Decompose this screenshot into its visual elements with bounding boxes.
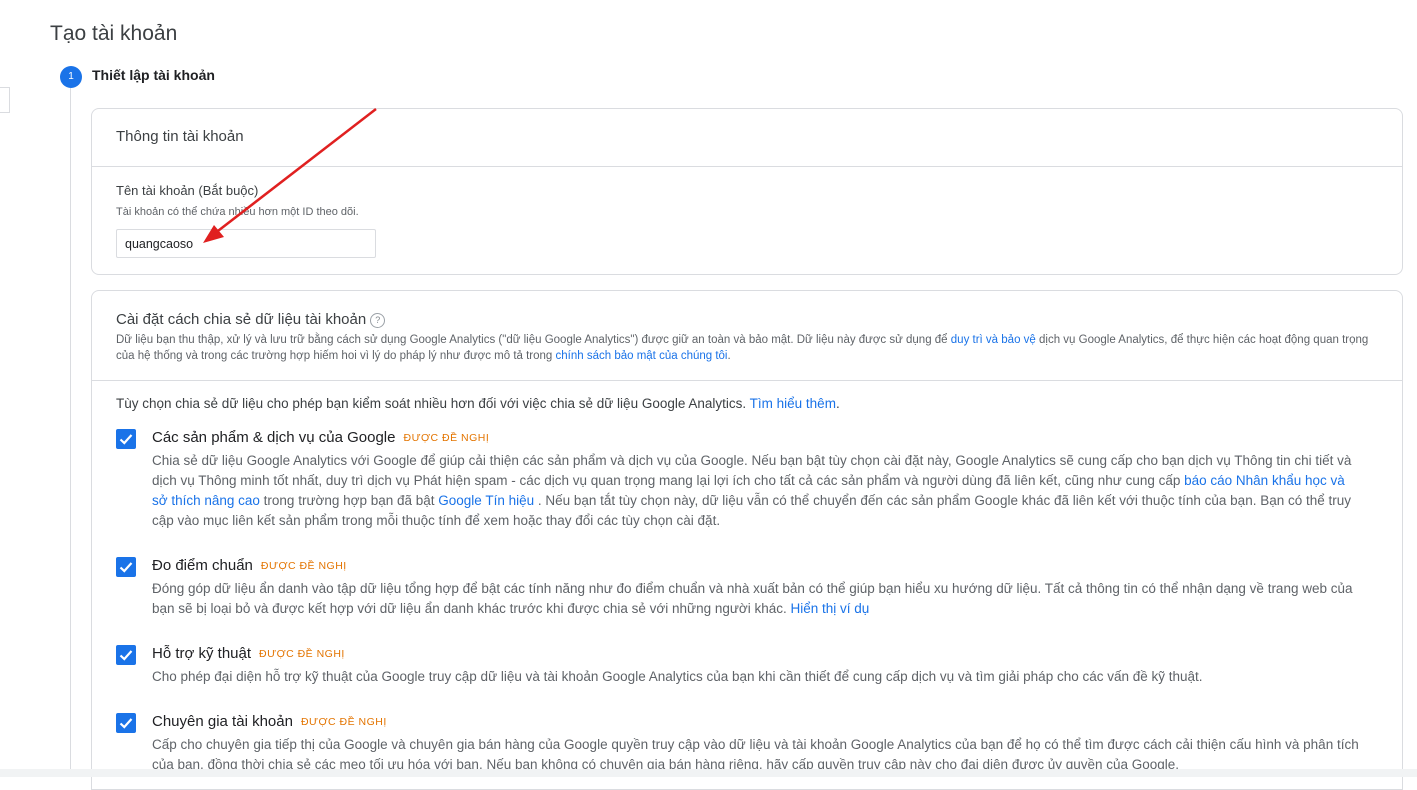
account-info-title: Thông tin tài khoản [116,128,244,145]
option-desc-text: Đóng góp dữ liệu ẩn danh vào tập dữ liệu… [152,581,1353,616]
option-description: Cho phép đại diện hỗ trợ kỹ thuật của Go… [152,669,1203,684]
option-title-text: Đo điểm chuẩn [152,557,253,574]
intro-text: Tùy chọn chia sẻ dữ liệu cho phép bạn ki… [116,396,750,411]
bottom-scroll-strip [0,769,1417,777]
data-sharing-description: Dữ liệu bạn thu thập, xử lý và lưu trữ b… [116,332,1376,364]
google-signals-link[interactable]: Google Tín hiệu [438,493,534,508]
option-description: Đóng góp dữ liệu ẩn danh vào tập dữ liệu… [152,579,1362,619]
option-title-text: Các sản phẩm & dịch vụ của Google [152,429,396,446]
left-panel-edge [0,87,10,113]
page-title: Tạo tài khoản [50,22,178,45]
account-name-help: Tài khoản có thể chứa nhiều hơn một ID t… [116,206,359,218]
account-info-card: Thông tin tài khoản Tên tài khoản (Bắt b… [91,108,1403,275]
recommended-badge: ĐƯỢC ĐỀ NGHỊ [403,432,490,444]
checkbox-benchmarking[interactable] [116,557,136,577]
data-sharing-title-text: Cài đặt cách chia sẻ dữ liệu tài khoản [116,311,367,328]
checkmark-icon [119,434,133,445]
checkbox-technical-support[interactable] [116,645,136,665]
recommended-badge: ĐƯỢC ĐỀ NGHỊ [260,560,347,572]
maintain-protect-link[interactable]: duy trì và bảo vệ [951,334,1036,346]
privacy-policy-link[interactable]: chính sách bảo mật của chúng tôi [556,350,728,362]
checkbox-google-products[interactable] [116,429,136,449]
option-title: Chuyên gia tài khoản ĐƯỢC ĐỀ NGHỊ [152,713,387,730]
option-title: Các sản phẩm & dịch vụ của Google ĐƯỢC ĐỀ… [152,429,489,446]
option-title: Đo điểm chuẩn ĐƯỢC ĐỀ NGHỊ [152,557,347,574]
intro-end: . [835,396,840,411]
data-sharing-header: Cài đặt cách chia sẻ dữ liệu tài khoản? … [92,291,1402,381]
option-desc-text: trong trường hợp bạn đã bật [259,493,439,508]
checkmark-icon [119,718,133,729]
step-label: Thiết lập tài khoản [92,67,215,83]
account-name-input[interactable] [116,229,376,258]
step-number-badge: 1 [60,66,82,88]
data-sharing-card: Cài đặt cách chia sẻ dữ liệu tài khoản? … [91,290,1403,790]
option-title-text: Chuyên gia tài khoản [152,713,293,730]
checkbox-account-specialists[interactable] [116,713,136,733]
option-desc-text: Chia sẻ dữ liệu Google Analytics với Goo… [152,453,1352,488]
recommended-badge: ĐƯỢC ĐỀ NGHỊ [300,716,387,728]
data-sharing-title: Cài đặt cách chia sẻ dữ liệu tài khoản? [116,311,386,328]
account-name-label: Tên tài khoản (Bắt buộc) [116,183,259,198]
option-title-text: Hỗ trợ kỹ thuật [152,645,252,662]
option-title: Hỗ trợ kỹ thuật ĐƯỢC ĐỀ NGHỊ [152,645,345,662]
account-info-header: Thông tin tài khoản [92,109,1402,167]
stepper-line [70,88,71,777]
checkmark-icon [119,650,133,661]
learn-more-link[interactable]: Tìm hiểu thêm [750,396,836,411]
checkmark-icon [119,562,133,573]
option-description: Chia sẻ dữ liệu Google Analytics với Goo… [152,451,1362,531]
recommended-badge: ĐƯỢC ĐỀ NGHỊ [259,648,345,660]
desc-text-3: . [727,350,731,362]
desc-text-1: Dữ liệu bạn thu thập, xử lý và lưu trữ b… [116,334,951,346]
show-example-link[interactable]: Hiển thị ví dụ [791,601,870,616]
question-mark-circle-icon[interactable]: ? [370,313,386,328]
sharing-intro: Tùy chọn chia sẻ dữ liệu cho phép bạn ki… [116,396,840,411]
